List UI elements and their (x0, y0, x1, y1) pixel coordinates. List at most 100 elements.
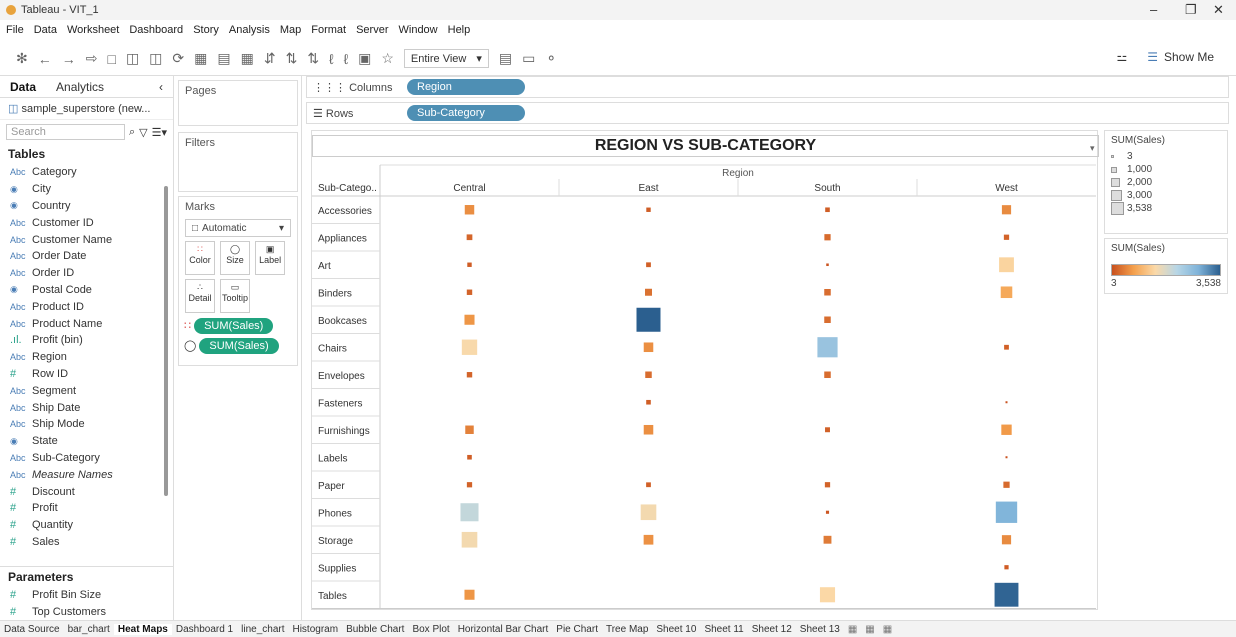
sheet-tab-heat-maps[interactable]: Heat Maps (113, 623, 172, 635)
tooltip-button[interactable]: ▭ Tooltip (220, 279, 251, 313)
sort-desc-icon[interactable]: ⇅ (307, 50, 319, 67)
field-product-id[interactable]: Abc Product ID (0, 298, 173, 315)
tab-analytics[interactable]: Analytics (46, 76, 114, 97)
field-discount[interactable]: # Discount (0, 483, 173, 500)
filter-icon[interactable]: ▽ (139, 126, 147, 139)
color-sum-sales-pill[interactable]: SUM(Sales) (194, 318, 274, 334)
field-ship-mode[interactable]: Abc Ship Mode (0, 416, 173, 433)
show-cards-icon[interactable]: ▤ (499, 50, 512, 67)
highlight-icon[interactable]: ℓ (329, 51, 334, 67)
field-list-scrollbar[interactable] (164, 186, 168, 496)
field-profit[interactable]: # Profit (0, 500, 173, 517)
search-input[interactable]: Search (6, 124, 125, 140)
pin-icon[interactable]: ⚍ (1116, 50, 1127, 64)
sort-asc-icon[interactable]: ⇅ (286, 50, 298, 67)
menu-item-help[interactable]: Help (448, 24, 471, 36)
sheet-tab-data-source[interactable]: Data Source (0, 624, 64, 635)
field-region[interactable]: Abc Region (0, 349, 173, 366)
refresh-icon[interactable]: ⟳ (172, 50, 184, 67)
group-icon[interactable]: ℓ (344, 51, 349, 67)
save-icon[interactable]: □ (107, 51, 115, 67)
restore-icon[interactable]: ❐ (1185, 2, 1197, 18)
menu-item-server[interactable]: Server (356, 24, 388, 36)
close-icon[interactable]: ✕ (1213, 2, 1224, 18)
sheet-tab-sheet-12[interactable]: Sheet 12 (748, 624, 796, 635)
redo-icon[interactable]: ⇨ (86, 50, 98, 67)
menu-item-file[interactable]: File (6, 24, 24, 36)
fix-axes-icon[interactable]: ☆ (381, 50, 394, 67)
menu-item-worksheet[interactable]: Worksheet (67, 24, 119, 36)
sheet-tab-line-chart[interactable]: line_chart (237, 624, 288, 635)
sheet-tab-tree-map[interactable]: Tree Map (602, 624, 652, 635)
new-worksheet-icon[interactable]: ▦ (844, 624, 861, 635)
sheet-tab-bubble-chart[interactable]: Bubble Chart (342, 624, 408, 635)
field-order-date[interactable]: Abc Order Date (0, 248, 173, 265)
color-button[interactable]: ∷ Color (185, 241, 215, 275)
field-row-id[interactable]: # Row ID (0, 366, 173, 383)
new-worksheet-icon[interactable]: ▦ (194, 50, 207, 67)
sheet-tab-sheet-11[interactable]: Sheet 11 (700, 624, 747, 635)
columns-shelf[interactable]: ⋮⋮⋮ Columns Region (306, 76, 1229, 98)
swap-icon[interactable]: ⇵ (264, 50, 276, 67)
field-sub-category[interactable]: Abc Sub-Category (0, 450, 173, 467)
sheet-tab-histogram[interactable]: Histogram (288, 624, 342, 635)
search-icon[interactable]: ⌕ (129, 126, 135, 139)
field-postal-code[interactable]: ◉ Postal Code (0, 282, 173, 299)
collapse-pane-icon[interactable]: ‹ (149, 76, 173, 97)
menu-item-window[interactable]: Window (399, 24, 438, 36)
field-customer-name[interactable]: Abc Customer Name (0, 231, 173, 248)
field-category[interactable]: Abc Category (0, 164, 173, 181)
sheet-tab-sheet-13[interactable]: Sheet 13 (796, 624, 844, 635)
view-fit-select[interactable]: Entire View ▾ (403, 49, 489, 68)
duplicate-sheet-icon[interactable]: ▤ (217, 50, 230, 67)
view-options-icon[interactable]: ☰▾ (152, 126, 167, 139)
field-ship-date[interactable]: Abc Ship Date (0, 399, 173, 416)
share-icon[interactable]: ⚬ (545, 50, 557, 67)
datasource-item[interactable]: ◫ sample_superstore (new... (0, 98, 173, 120)
field-customer-id[interactable]: Abc Customer ID (0, 214, 173, 231)
field-segment[interactable]: Abc Segment (0, 382, 173, 399)
new-story-icon[interactable]: ▦ (879, 624, 896, 635)
field-profit-bin-[interactable]: .ıl. Profit (bin) (0, 332, 173, 349)
menu-item-map[interactable]: Map (280, 24, 301, 36)
sheet-tab-sheet-10[interactable]: Sheet 10 (652, 624, 700, 635)
presentation-icon[interactable]: ▭ (522, 50, 535, 67)
sheet-tab-horizontal-bar-chart[interactable]: Horizontal Bar Chart (454, 624, 553, 635)
clear-sheet-icon[interactable]: ▦ (241, 50, 254, 67)
field-sales[interactable]: # Sales (0, 534, 173, 551)
menu-item-data[interactable]: Data (34, 24, 57, 36)
sheet-tab-pie-chart[interactable]: Pie Chart (552, 624, 602, 635)
field-product-name[interactable]: Abc Product Name (0, 315, 173, 332)
label-button[interactable]: ▣ Label (255, 241, 286, 275)
field-city[interactable]: ◉ City (0, 181, 173, 198)
back-icon[interactable]: ← (38, 51, 52, 67)
parameter-profit-bin-size[interactable]: # Profit Bin Size (0, 587, 174, 604)
field-measure-names[interactable]: Abc Measure Names (0, 466, 173, 483)
sheet-tab-bar-chart[interactable]: bar_chart (64, 624, 114, 635)
forward-icon[interactable]: → (62, 51, 76, 67)
label-icon[interactable]: ▣ (358, 50, 371, 67)
pages-card[interactable]: Pages (178, 80, 298, 126)
field-order-id[interactable]: Abc Order ID (0, 265, 173, 282)
pause-updates-icon[interactable]: ◫ (149, 50, 162, 67)
mark-type-select[interactable]: □ Automatic ▾ (185, 219, 291, 237)
detail-button[interactable]: ∴ Detail (185, 279, 215, 313)
sheet-tab-box-plot[interactable]: Box Plot (408, 624, 453, 635)
size-sum-sales-pill[interactable]: SUM(Sales) (199, 338, 279, 354)
show-me-button[interactable]: ⚍ ☰ Show Me (1116, 50, 1214, 64)
menu-item-dashboard[interactable]: Dashboard (129, 24, 183, 36)
menu-item-story[interactable]: Story (193, 24, 219, 36)
tableau-icon[interactable]: ✻ (16, 50, 28, 67)
region-pill[interactable]: Region (407, 79, 525, 95)
sub-category-pill[interactable]: Sub-Category (407, 105, 525, 121)
menu-item-analysis[interactable]: Analysis (229, 24, 270, 36)
menu-item-format[interactable]: Format (311, 24, 346, 36)
tab-data[interactable]: Data (0, 76, 46, 97)
rows-shelf[interactable]: ☰ Rows Sub-Category (306, 102, 1229, 124)
minimize-icon[interactable]: – (1150, 2, 1157, 17)
size-button[interactable]: ◯ Size (220, 241, 251, 275)
new-dashboard-icon[interactable]: ▦ (861, 624, 878, 635)
new-datasource-icon[interactable]: ◫ (126, 50, 139, 67)
parameter-top-customers[interactable]: # Top Customers (0, 604, 174, 621)
field-state[interactable]: ◉ State (0, 433, 173, 450)
